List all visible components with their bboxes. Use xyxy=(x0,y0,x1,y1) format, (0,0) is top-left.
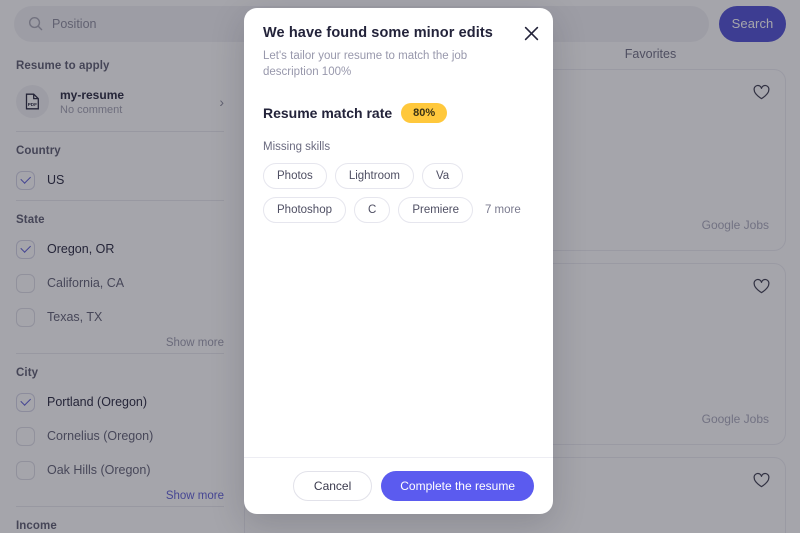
match-rate-badge: 80% xyxy=(401,102,448,123)
match-rate-label: Resume match rate xyxy=(263,104,393,121)
skill-chip[interactable]: Premiere xyxy=(398,196,473,223)
cancel-button[interactable]: Cancel xyxy=(292,471,373,501)
missing-skills-chips: Photos Lightroom Va Photoshop C Premiere… xyxy=(263,162,534,223)
skill-chip[interactable]: Photos xyxy=(263,162,327,189)
skill-chip[interactable]: Lightroom xyxy=(334,162,414,189)
modal-footer: Cancel Complete the resume xyxy=(244,457,553,514)
modal-subtitle: Let's tailor your resume to match the jo… xyxy=(263,50,468,79)
app-root: Search Resume to apply PDF my-resume xyxy=(0,0,800,533)
skills-more-link[interactable]: 7 more xyxy=(481,198,525,222)
skill-chip[interactable]: Photoshop xyxy=(263,196,346,223)
skill-chip[interactable]: Va xyxy=(421,162,464,189)
resume-edits-modal: We have found some minor edits Let's tai… xyxy=(244,8,553,514)
match-rate-row: Resume match rate 80% xyxy=(263,102,534,123)
complete-resume-button[interactable]: Complete the resume xyxy=(381,471,534,501)
missing-skills-label: Missing skills xyxy=(263,140,331,153)
modal-body: We have found some minor edits Let's tai… xyxy=(244,8,553,457)
modal-title: We have found some minor edits xyxy=(263,25,493,41)
close-icon[interactable] xyxy=(524,26,539,41)
skill-chip[interactable]: C xyxy=(354,196,391,223)
